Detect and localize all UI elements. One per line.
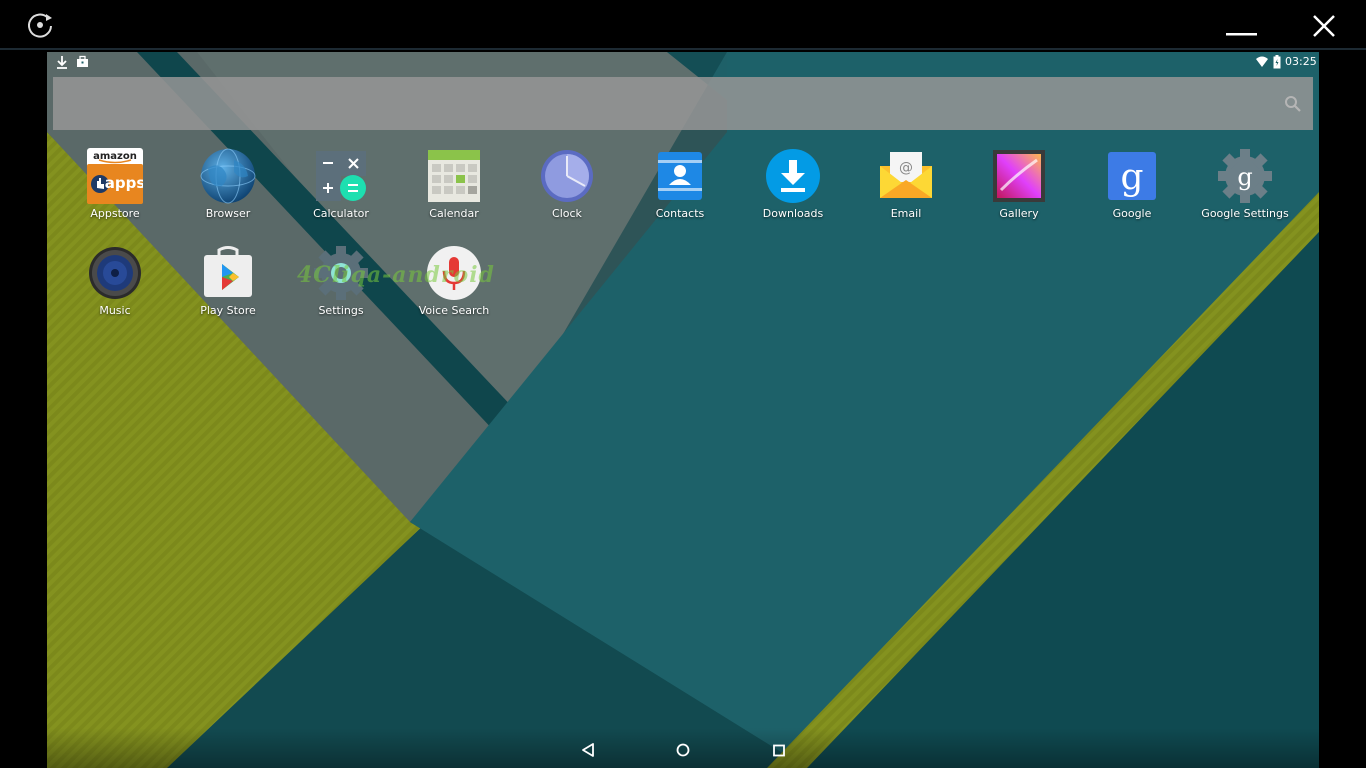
home-icon (676, 743, 690, 757)
globe-icon (200, 148, 256, 204)
back-button[interactable] (573, 738, 603, 762)
minimize-icon (1226, 33, 1257, 36)
status-time: 03:25 (1285, 55, 1317, 68)
recents-icon (773, 744, 785, 757)
android-screen: 03:25 amazon apps Appstore Browser Calcu… (47, 52, 1319, 768)
gallery-icon (993, 150, 1045, 202)
google-icon: g (1108, 152, 1156, 200)
app-downloads[interactable]: Downloads (737, 148, 849, 240)
speaker-icon (89, 247, 141, 299)
app-email[interactable]: @ Email (850, 148, 962, 240)
app-clock[interactable]: Clock (511, 148, 623, 240)
calendar-icon (428, 150, 480, 202)
google-settings-icon: g (1218, 149, 1272, 203)
clock-icon (541, 150, 593, 202)
emulator-titlebar (0, 0, 1366, 50)
briefcase-icon (77, 55, 88, 67)
app-voice-search[interactable]: Voice Search (398, 245, 510, 337)
play-store-icon (204, 246, 252, 297)
svg-text:apps: apps (105, 174, 143, 192)
email-icon: @ (880, 152, 932, 198)
app-calendar[interactable]: Calendar (398, 148, 510, 240)
app-browser[interactable]: Browser (172, 148, 284, 240)
recents-button[interactable] (764, 738, 794, 762)
svg-text:g: g (1237, 163, 1252, 191)
home-button[interactable] (668, 738, 698, 762)
calculator-icon (316, 151, 366, 201)
app-label: Google Settings (1201, 207, 1289, 220)
app-calculator[interactable]: Calculator (285, 148, 397, 240)
minimize-button[interactable] (1222, 12, 1262, 42)
watermark-text: 4Cliqa-android (297, 262, 495, 288)
app-contacts[interactable]: Contacts (624, 148, 736, 240)
app-google[interactable]: g Google (1076, 148, 1188, 240)
battery-icon (1273, 55, 1281, 69)
close-button[interactable] (1306, 8, 1342, 44)
search-icon[interactable] (1283, 94, 1303, 114)
status-bar: 03:25 (47, 52, 1319, 72)
app-google-settings[interactable]: g Google Settings (1189, 148, 1301, 240)
search-bar[interactable] (53, 77, 1313, 130)
navigation-bar (47, 728, 1319, 768)
download-icon (766, 149, 820, 203)
app-play-store[interactable]: Play Store (172, 245, 284, 337)
app-label: Voice Search (418, 304, 490, 317)
amazon-appstore-icon: amazon apps (87, 148, 143, 204)
download-icon (57, 56, 67, 69)
rotate-icon (28, 13, 52, 38)
app-gallery[interactable]: Gallery (963, 148, 1075, 240)
app-music[interactable]: Music (59, 245, 171, 337)
svg-text:@: @ (899, 160, 913, 176)
app-appstore[interactable]: amazon apps Appstore (59, 148, 171, 240)
svg-text:g: g (1120, 157, 1143, 198)
back-icon (582, 743, 594, 757)
wifi-icon (1256, 56, 1268, 67)
rotate-button[interactable] (24, 10, 56, 40)
contacts-icon (658, 152, 702, 200)
app-settings[interactable]: Settings (285, 245, 397, 337)
close-icon (1313, 15, 1335, 37)
